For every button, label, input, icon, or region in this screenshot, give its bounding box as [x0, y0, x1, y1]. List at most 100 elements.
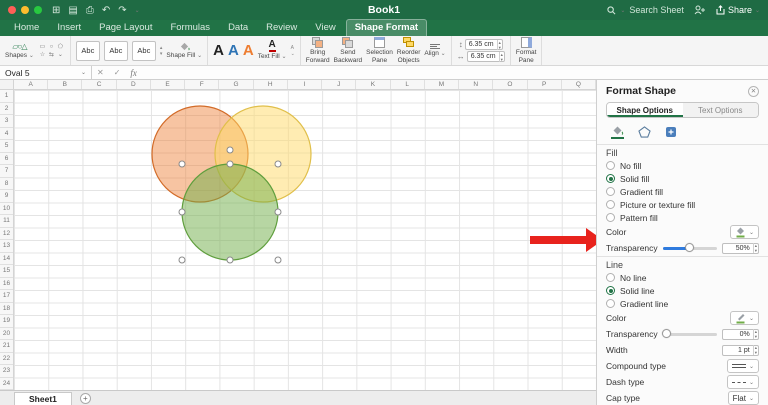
- column-header[interactable]: F: [185, 80, 219, 89]
- effects-icon[interactable]: [638, 126, 651, 138]
- fill-transparency-slider[interactable]: [663, 247, 717, 250]
- wordart-style-2[interactable]: A: [228, 43, 239, 58]
- shape-style-preview-1[interactable]: Abc: [76, 41, 100, 61]
- row-header[interactable]: 13: [0, 240, 13, 253]
- reorder-objects-button[interactable]: ReorderObjects: [397, 37, 420, 64]
- column-header[interactable]: O: [493, 80, 527, 89]
- line-width-stepper[interactable]: 1 pt ▴▾: [722, 345, 759, 356]
- fill-section-header[interactable]: Fill: [597, 144, 768, 159]
- fill-transparency-stepper[interactable]: 50% ▴▾: [722, 243, 759, 254]
- share-button[interactable]: Share ⌄: [716, 5, 760, 15]
- column-header[interactable]: J: [322, 80, 356, 89]
- format-pane-button[interactable]: FormatPane: [516, 37, 537, 64]
- radio-pattern-fill[interactable]: [606, 213, 615, 222]
- close-panel-icon[interactable]: ✕: [748, 86, 759, 97]
- row-header[interactable]: 7: [0, 165, 13, 178]
- line-section-header[interactable]: Line: [597, 256, 768, 271]
- confirm-icon[interactable]: ✓: [109, 68, 126, 77]
- insert-function-icon[interactable]: fx: [125, 68, 142, 78]
- row-header[interactable]: 16: [0, 278, 13, 291]
- save-icon[interactable]: ▤: [68, 5, 77, 16]
- cancel-icon[interactable]: ✕: [92, 68, 109, 77]
- print-icon[interactable]: ⎙: [86, 5, 94, 16]
- quick-access-chevron-icon[interactable]: ⌄: [135, 7, 140, 14]
- row-header[interactable]: 12: [0, 228, 13, 241]
- radio-no-line[interactable]: [606, 273, 615, 282]
- column-header[interactable]: G: [219, 80, 253, 89]
- row-header[interactable]: 10: [0, 203, 13, 216]
- undo-icon[interactable]: ↶: [102, 5, 110, 16]
- bring-forward-button[interactable]: BringForward: [306, 37, 330, 64]
- column-header[interactable]: C: [82, 80, 116, 89]
- option-pattern-fill[interactable]: Pattern fill: [597, 211, 768, 224]
- text-fill-button[interactable]: A Text Fill ⌄: [258, 40, 287, 61]
- align-button[interactable]: Align ⌄: [424, 44, 445, 58]
- minimize-window-button[interactable]: [21, 6, 29, 14]
- zoom-window-button[interactable]: [34, 6, 42, 14]
- row-header[interactable]: 6: [0, 153, 13, 166]
- row-header[interactable]: 11: [0, 215, 13, 228]
- tab-shape-format[interactable]: Shape Format: [346, 19, 427, 36]
- shape-style-preview-3[interactable]: Abc: [132, 41, 156, 61]
- row-header[interactable]: 19: [0, 315, 13, 328]
- row-header[interactable]: 23: [0, 365, 13, 378]
- column-header[interactable]: Q: [562, 80, 596, 89]
- row-header[interactable]: 9: [0, 190, 13, 203]
- option-no-fill[interactable]: No fill: [597, 159, 768, 172]
- row-header[interactable]: 1: [0, 90, 13, 103]
- option-gradient-fill[interactable]: Gradient fill: [597, 185, 768, 198]
- shape-style-preview-2[interactable]: Abc: [104, 41, 128, 61]
- row-header[interactable]: 2: [0, 103, 13, 116]
- column-header[interactable]: M: [425, 80, 459, 89]
- fill-and-line-icon[interactable]: [611, 125, 624, 139]
- cap-type-dropdown[interactable]: Flat ⌄: [728, 391, 759, 405]
- row-header[interactable]: 24: [0, 378, 13, 391]
- column-header[interactable]: E: [151, 80, 185, 89]
- search-sheet-field[interactable]: ⌄ Search Sheet: [607, 5, 684, 15]
- line-transparency-stepper[interactable]: 0% ▴▾: [722, 329, 759, 340]
- worksheet-grid[interactable]: [14, 90, 596, 390]
- radio-gradient-fill[interactable]: [606, 187, 615, 196]
- tab-review[interactable]: Review: [258, 20, 305, 36]
- radio-gradient-line[interactable]: [606, 299, 615, 308]
- close-window-button[interactable]: [8, 6, 16, 14]
- tab-home[interactable]: Home: [6, 20, 47, 36]
- radio-solid-line[interactable]: [606, 286, 615, 295]
- tab-insert[interactable]: Insert: [49, 20, 89, 36]
- option-gradient-line[interactable]: Gradient line: [597, 297, 768, 310]
- send-backward-button[interactable]: SendBackward: [334, 37, 363, 64]
- row-header[interactable]: 22: [0, 353, 13, 366]
- dash-type-dropdown[interactable]: ⌄: [727, 375, 759, 389]
- row-header[interactable]: 14: [0, 253, 13, 266]
- column-header[interactable]: H: [254, 80, 288, 89]
- tab-shape-options[interactable]: Shape Options: [607, 103, 683, 117]
- select-all-corner[interactable]: [0, 80, 14, 89]
- radio-no-fill[interactable]: [606, 161, 615, 170]
- formula-input[interactable]: [142, 66, 768, 79]
- row-header[interactable]: 21: [0, 340, 13, 353]
- row-header[interactable]: 17: [0, 290, 13, 303]
- line-color-button[interactable]: ⌄: [730, 311, 759, 325]
- compound-type-dropdown[interactable]: ⌄: [727, 359, 759, 373]
- option-picture-texture-fill[interactable]: Picture or texture fill: [597, 198, 768, 211]
- shape-fill-button[interactable]: Shape Fill ⌄: [166, 42, 202, 60]
- style-gallery-scroll[interactable]: ▴▾: [160, 45, 163, 57]
- add-sheet-button[interactable]: +: [80, 393, 91, 404]
- option-no-line[interactable]: No line: [597, 271, 768, 284]
- option-solid-line[interactable]: Solid line: [597, 284, 768, 297]
- row-header[interactable]: 3: [0, 115, 13, 128]
- row-header[interactable]: 18: [0, 303, 13, 316]
- row-header[interactable]: 20: [0, 328, 13, 341]
- shape-height-stepper[interactable]: 6.35 cm ▴▾: [465, 39, 503, 50]
- sheet-tab-sheet1[interactable]: Sheet1: [14, 392, 72, 405]
- size-properties-icon[interactable]: [665, 126, 677, 138]
- fill-color-button[interactable]: ⌄: [730, 225, 759, 239]
- column-header[interactable]: A: [14, 80, 48, 89]
- column-header[interactable]: D: [117, 80, 151, 89]
- row-header[interactable]: 15: [0, 265, 13, 278]
- column-header[interactable]: I: [288, 80, 322, 89]
- column-header[interactable]: B: [48, 80, 82, 89]
- column-header[interactable]: L: [391, 80, 425, 89]
- row-header[interactable]: 8: [0, 178, 13, 191]
- name-box[interactable]: Oval 5 ⌄: [0, 66, 92, 79]
